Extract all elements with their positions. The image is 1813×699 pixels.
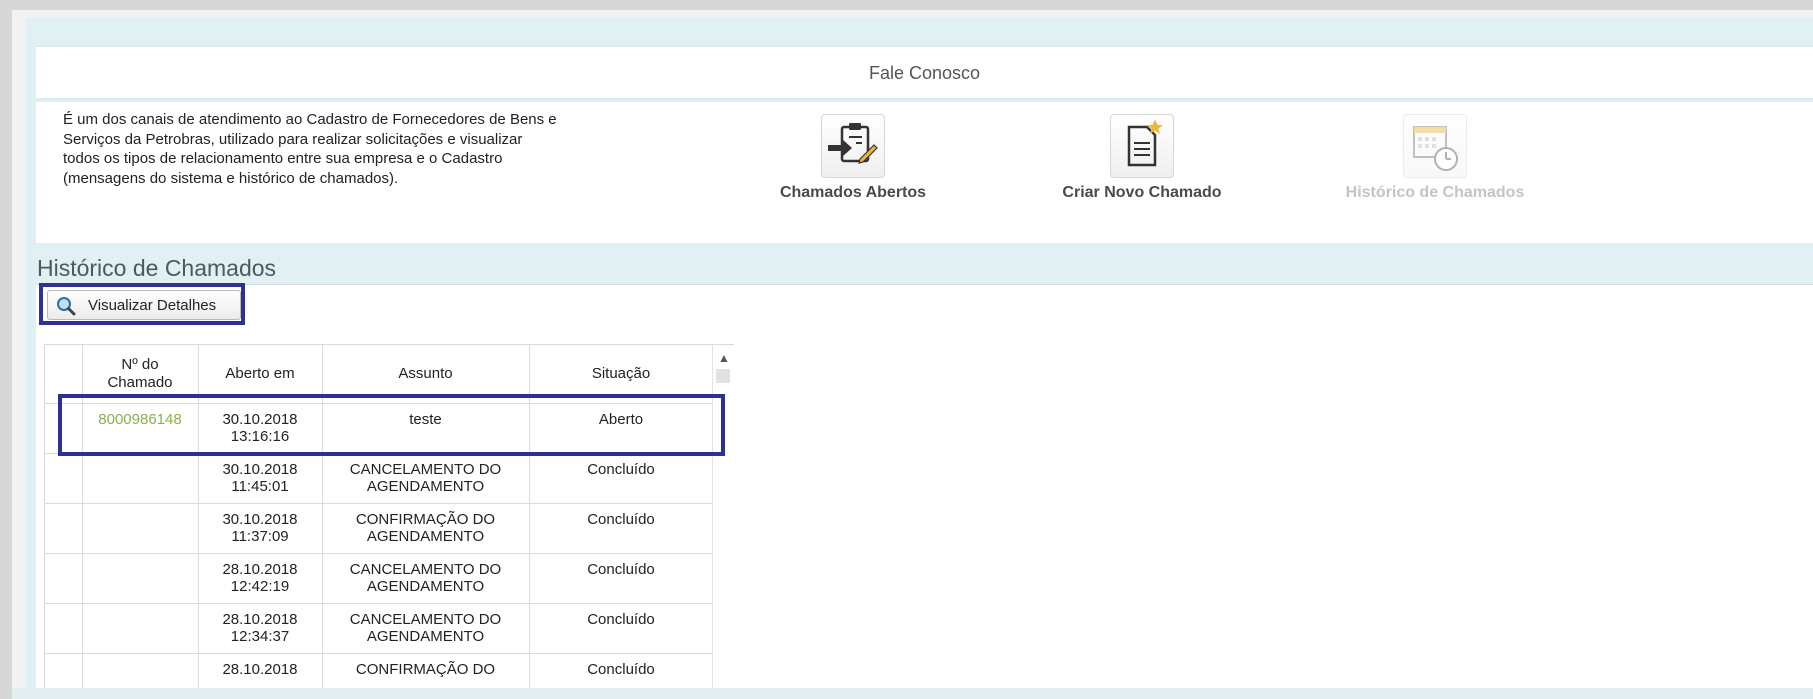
row-highlight-box bbox=[58, 394, 725, 456]
cell-subject-line: CONFIRMAÇÃO DO bbox=[355, 511, 496, 528]
cell-opened: 30.10.2018 11:37:09 bbox=[198, 503, 323, 554]
table-row[interactable]: 28.10.2018 12:42:19 CANCELAMENTO DO AGENDA… bbox=[45, 553, 714, 604]
new-ticket-label: Criar Novo Chamado bbox=[1062, 184, 1222, 201]
cell-time: 12:34:37 bbox=[230, 628, 290, 645]
cell-opened: 28.10.2018 12:42:19 bbox=[198, 553, 323, 604]
table-row[interactable]: 30.10.2018 11:45:01 CANCELAMENTO DO AGENDA… bbox=[45, 453, 714, 504]
open-tickets-button[interactable]: Chamados Abertos bbox=[743, 114, 963, 202]
cell-time: 11:37:09 bbox=[231, 528, 289, 545]
cell-number bbox=[82, 603, 199, 654]
cell-date: 30.10.2018 bbox=[222, 461, 298, 478]
cell-status: Concluído bbox=[529, 653, 714, 688]
cell-status: Concluído bbox=[529, 503, 714, 554]
page-header: Fale Conosco bbox=[36, 46, 1813, 99]
cell-opened: 28.10.2018 12:34:37 bbox=[198, 603, 323, 654]
cell-date: 28.10.2018 bbox=[222, 661, 298, 678]
ticket-history-button: Histórico de Chamados bbox=[1320, 114, 1550, 202]
section-title: Histórico de Chamados bbox=[37, 255, 277, 281]
ticket-history-label: Histórico de Chamados bbox=[1345, 184, 1525, 201]
cell-subject: CANCELAMENTO DO AGENDAMENTO bbox=[322, 553, 530, 604]
cell-subject-line: CANCELAMENTO DO bbox=[349, 561, 502, 578]
cell-number bbox=[82, 553, 199, 604]
info-description: É um dos canais de atendimento ao Cadast… bbox=[63, 110, 633, 188]
row-selector[interactable] bbox=[45, 553, 83, 604]
cell-date: 28.10.2018 bbox=[222, 611, 298, 628]
table-row[interactable]: 28.10.2018 12:34:37 CANCELAMENTO DO AGENDA… bbox=[45, 603, 714, 654]
cell-subject: CONFIRMAÇÃO DO AGENDAMENTO bbox=[322, 503, 530, 554]
cell-number bbox=[82, 453, 199, 504]
bottom-edge bbox=[12, 688, 1813, 699]
cell-subject: CONFIRMAÇÃO DO bbox=[322, 653, 530, 688]
cell-opened: 30.10.2018 11:45:01 bbox=[198, 453, 323, 504]
cell-number bbox=[82, 503, 199, 554]
table-row[interactable]: 30.10.2018 11:37:09 CONFIRMAÇÃO DO AGENDAM… bbox=[45, 503, 714, 554]
page-title: Fale Conosco bbox=[868, 63, 981, 83]
cell-time: 12:42:19 bbox=[230, 578, 290, 595]
cell-subject-line: AGENDAMENTO bbox=[366, 528, 485, 545]
cell-opened: 28.10.2018 bbox=[198, 653, 323, 688]
cell-date: 30.10.2018 bbox=[222, 511, 298, 528]
button-highlight-box bbox=[39, 283, 245, 325]
cell-status: Concluído bbox=[529, 603, 714, 654]
scroll-thumb[interactable] bbox=[716, 369, 730, 383]
cell-subject-line: AGENDAMENTO bbox=[366, 578, 485, 595]
cell-subject-line: CANCELAMENTO DO bbox=[349, 461, 502, 478]
cell-subject-line: CANCELAMENTO DO bbox=[349, 611, 502, 628]
row-selector[interactable] bbox=[45, 603, 83, 654]
calendar-clock-icon bbox=[1403, 114, 1467, 178]
cell-date: 28.10.2018 bbox=[222, 561, 298, 578]
cell-subject-line: AGENDAMENTO bbox=[366, 628, 485, 645]
info-line: Serviços da Petrobras, utilizado para re… bbox=[63, 130, 523, 148]
cell-status: Concluído bbox=[529, 553, 714, 604]
cell-number bbox=[82, 653, 199, 688]
info-line: (mensagens do sistema e histórico de cha… bbox=[63, 169, 399, 187]
open-tickets-label: Chamados Abertos bbox=[779, 184, 927, 201]
info-line: todos os tipos de relacionamento entre s… bbox=[63, 150, 503, 167]
row-selector[interactable] bbox=[45, 503, 83, 554]
scroll-up-icon[interactable]: ▲ bbox=[718, 351, 730, 365]
table-row[interactable]: 28.10.2018 CONFIRMAÇÃO DO Concluído bbox=[45, 653, 714, 688]
row-selector[interactable] bbox=[45, 653, 83, 688]
new-ticket-button[interactable]: Criar Novo Chamado bbox=[1032, 114, 1252, 202]
row-selector[interactable] bbox=[45, 453, 83, 504]
header-text: Chamado bbox=[107, 374, 173, 391]
new-document-star-icon bbox=[1110, 114, 1174, 178]
cell-status: Concluído bbox=[529, 453, 714, 504]
info-panel: É um dos canais de atendimento ao Cadast… bbox=[36, 102, 1813, 243]
info-line: É um dos canais de atendimento ao Cadast… bbox=[63, 111, 557, 128]
cell-time: 11:45:01 bbox=[231, 478, 289, 495]
cell-subject: CANCELAMENTO DO AGENDAMENTO bbox=[322, 453, 530, 504]
cell-subject-line: AGENDAMENTO bbox=[366, 478, 485, 495]
header-text: Nº do bbox=[121, 356, 159, 373]
cell-subject-line: CONFIRMAÇÃO DO bbox=[355, 661, 496, 678]
clipboard-arrow-icon bbox=[821, 114, 885, 178]
cell-subject: CANCELAMENTO DO AGENDAMENTO bbox=[322, 603, 530, 654]
